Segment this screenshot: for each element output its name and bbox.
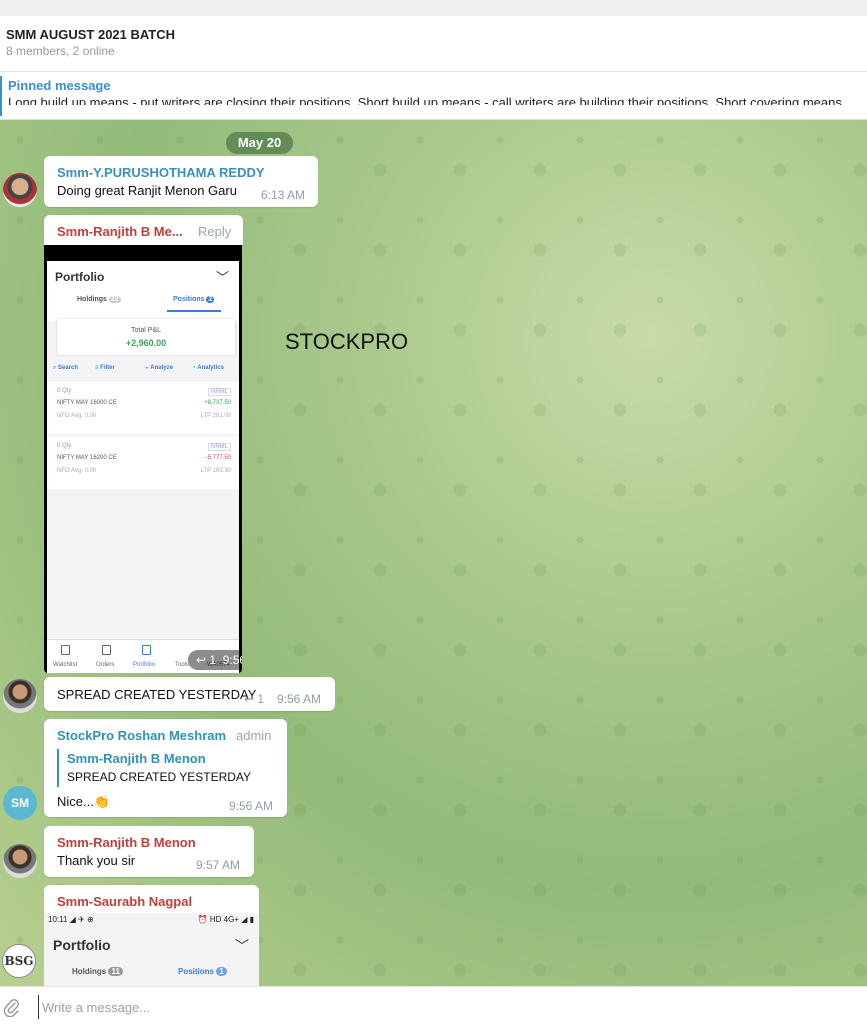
nav-tools: Tools bbox=[175, 662, 190, 668]
avatar[interactable]: SM bbox=[3, 786, 37, 820]
message-bubble[interactable]: Smm-Ranjith B Me... Reply bbox=[44, 215, 243, 245]
admin-badge: admin bbox=[236, 728, 272, 743]
date-divider: May 20 bbox=[226, 132, 293, 154]
chat-title[interactable]: SMM AUGUST 2021 BATCH bbox=[6, 27, 175, 42]
position-row: 0 Qty NRML NIFTY MAY 16000 CE +8,737.50 … bbox=[47, 382, 239, 434]
message-text: Nice...👏 bbox=[57, 794, 111, 809]
reply-icon: ↩ bbox=[244, 692, 255, 706]
window-top-strip bbox=[0, 0, 867, 16]
avatar[interactable] bbox=[3, 173, 37, 207]
quoted-reply[interactable]: Smm-Ranjith B Menon SPREAD CREATED YESTE… bbox=[57, 749, 267, 787]
pnl-value: +2,960.00 bbox=[125, 338, 167, 348]
portfolio-header: Portfolio ﹀ Holdings 22 Positions 2 bbox=[47, 261, 239, 321]
pinned-message-bar[interactable]: Pinned message Long build up means - put… bbox=[0, 72, 867, 120]
sender-name[interactable]: Smm-Y.PURUSHOTHAMA REDDY bbox=[57, 165, 265, 180]
portfolio-screenshot-2[interactable]: 10:11 ◢ ✈ ⊕ ⏰ HD 4G+ ◢ ▮ Portfolio ﹀ Hol… bbox=[44, 913, 259, 986]
chevron-down-icon: ﹀ bbox=[235, 938, 249, 954]
stockpro-watermark: STOCKPRO bbox=[285, 329, 409, 354]
reply-link[interactable]: Reply bbox=[198, 224, 231, 239]
bookmark-icon bbox=[61, 645, 70, 655]
portfolio-screenshot[interactable]: Portfolio ﹀ Holdings 22 Positions 2 Tota… bbox=[44, 245, 242, 673]
message-text: Doing great Ranjit Menon Garu bbox=[57, 183, 237, 198]
book-icon bbox=[102, 645, 111, 655]
message-bubble[interactable]: Smm-Y.PURUSHOTHAMA REDDY Doing great Ran… bbox=[44, 156, 318, 207]
sender-name[interactable]: StockPro Roshan Meshram bbox=[57, 728, 226, 743]
portfolio-title: Portfolio bbox=[55, 270, 105, 284]
nav-watchlist: Watchlist bbox=[53, 662, 78, 668]
message-composer bbox=[0, 986, 867, 1026]
paperclip-icon[interactable] bbox=[4, 999, 20, 1017]
chat-member-count: 8 members, 2 online bbox=[6, 46, 115, 58]
nav-portfolio: Portfolio bbox=[133, 662, 156, 668]
quoted-sender: Smm-Ranjith B Menon bbox=[67, 751, 206, 766]
sender-name[interactable]: Smm-Ranjith B Me... bbox=[57, 224, 183, 239]
quoted-text: SPREAD CREATED YESTERDAY bbox=[67, 770, 252, 784]
message-time: 9:56 AM bbox=[229, 799, 274, 813]
sender-name[interactable]: Smm-Saurabh Nagpal bbox=[57, 894, 192, 909]
message-time: 9:56 AM bbox=[277, 692, 322, 706]
message-bubble[interactable]: Smm-Saurabh Nagpal bbox=[44, 885, 259, 915]
avatar[interactable]: BSG bbox=[2, 944, 36, 978]
chat-header[interactable]: SMM AUGUST 2021 BATCH 8 members, 2 onlin… bbox=[0, 16, 867, 72]
tab-positions: Positions 2 bbox=[173, 296, 215, 303]
chat-area[interactable]: May 20 STOCKPRO Smm-Y.PURUSHOTHAMA REDDY… bbox=[0, 120, 867, 986]
reply-count[interactable]: ↩ 1 bbox=[244, 692, 264, 706]
phone-screen: Portfolio ﹀ Holdings 22 Positions 2 Tota… bbox=[47, 261, 239, 673]
message-bubble[interactable]: SPREAD CREATED YESTERDAY ↩ 1 9:56 AM bbox=[44, 677, 335, 711]
tab-underline bbox=[167, 310, 221, 312]
tab-holdings: Holdings 11 bbox=[72, 967, 123, 976]
portfolio-title: Portfolio bbox=[53, 937, 111, 953]
avatar[interactable] bbox=[3, 679, 37, 713]
tab-positions: Positions 1 bbox=[178, 967, 227, 976]
filter-tool: ≡ Filter bbox=[95, 365, 115, 371]
message-text: Thank you sir bbox=[57, 853, 136, 868]
pinned-text: Long build up means - put writers are cl… bbox=[8, 96, 842, 105]
tab-holdings: Holdings 22 bbox=[77, 296, 121, 303]
search-tool: ⌕ Search bbox=[53, 365, 79, 371]
position-row: 0 Qty NRML NIFTY MAY 16200 CE -5,777.50 … bbox=[47, 437, 239, 489]
pinned-title: Pinned message bbox=[8, 78, 111, 93]
message-bubble[interactable]: Smm-Ranjith B Menon Thank you sir 9:57 A… bbox=[44, 826, 254, 877]
pnl-label: Total P&L bbox=[131, 327, 161, 334]
message-text: SPREAD CREATED YESTERDAY bbox=[57, 687, 257, 702]
message-time: 9:57 AM bbox=[196, 858, 241, 872]
status-bar-left: 10:11 ◢ ✈ ⊕ bbox=[48, 915, 94, 924]
message-time: 6:13 AM bbox=[261, 188, 306, 202]
status-bar-right: ⏰ HD 4G+ ◢ ▮ bbox=[197, 915, 254, 924]
total-pnl-card: Total P&L +2,960.00 bbox=[57, 319, 235, 355]
chevron-down-icon: ﹀ bbox=[215, 270, 229, 285]
briefcase-icon bbox=[142, 645, 151, 655]
pinned-accent-bar bbox=[0, 76, 2, 116]
analytics-tool: ◔ Analytics bbox=[192, 365, 224, 371]
analyze-tool: ◒ Analyze bbox=[145, 365, 173, 371]
sender-name[interactable]: Smm-Ranjith B Menon bbox=[57, 835, 196, 850]
image-time-overlay: ↩ 1 9:56 AM bbox=[188, 650, 242, 670]
nav-orders: Orders bbox=[96, 662, 115, 668]
portfolio-toolbar: ⌕ Search ≡ Filter ◒ Analyze ◔ Analytics bbox=[47, 362, 239, 376]
message-input[interactable] bbox=[38, 995, 838, 1019]
avatar[interactable] bbox=[3, 844, 37, 878]
